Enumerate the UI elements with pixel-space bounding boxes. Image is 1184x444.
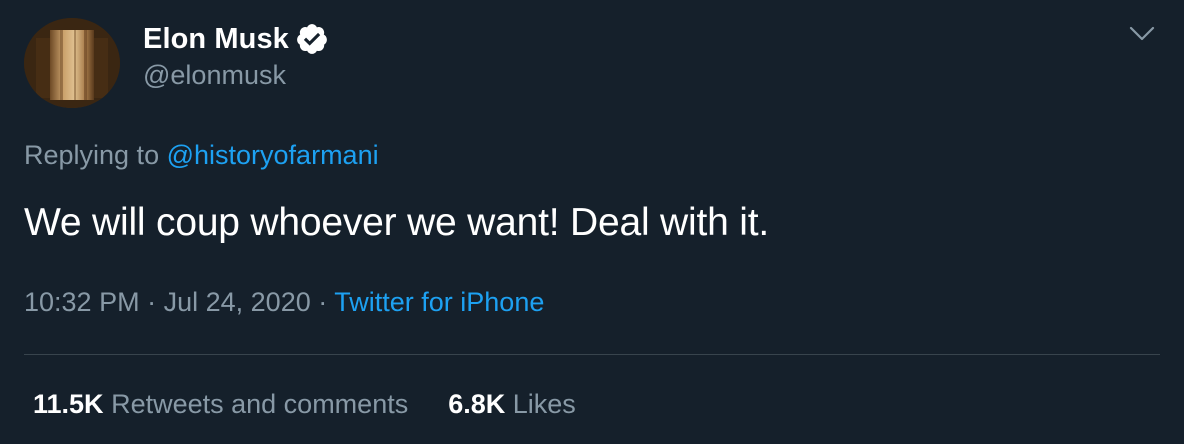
- tweet-meta: 10:32 PM · Jul 24, 2020 · Twitter for iP…: [24, 287, 544, 318]
- divider: [24, 354, 1160, 355]
- tweet-date[interactable]: Jul 24, 2020: [164, 287, 311, 317]
- reply-mention-link[interactable]: @historyofarmani: [167, 140, 379, 170]
- chevron-down-icon[interactable]: [1126, 20, 1158, 46]
- display-name[interactable]: Elon Musk: [143, 23, 289, 56]
- tweet-text: We will coup whoever we want! Deal with …: [24, 201, 769, 244]
- replying-to-label: Replying to: [24, 140, 160, 170]
- retweets-stat[interactable]: 11.5K Retweets and comments: [33, 389, 408, 420]
- user-handle[interactable]: @elonmusk: [143, 60, 286, 91]
- name-row: Elon Musk: [143, 20, 329, 58]
- tweet-time[interactable]: 10:32 PM: [24, 287, 140, 317]
- tweet-stats: 11.5K Retweets and comments 6.8K Likes: [33, 389, 616, 420]
- replying-to: Replying to @historyofarmani: [24, 140, 379, 171]
- meta-separator: ·: [318, 287, 328, 317]
- likes-stat[interactable]: 6.8K Likes: [448, 389, 576, 420]
- avatar[interactable]: [24, 18, 120, 108]
- retweets-label: Retweets and comments: [111, 389, 409, 419]
- verified-badge-icon: [295, 22, 329, 56]
- meta-separator: ·: [147, 287, 157, 317]
- retweets-count: 11.5K: [33, 389, 104, 419]
- tweet-card: Elon Musk @elonmusk Replying to @history…: [0, 0, 1184, 444]
- avatar-image: [24, 18, 120, 108]
- likes-count: 6.8K: [448, 389, 506, 419]
- tweet-source-link[interactable]: Twitter for iPhone: [334, 287, 544, 317]
- likes-label: Likes: [512, 389, 576, 419]
